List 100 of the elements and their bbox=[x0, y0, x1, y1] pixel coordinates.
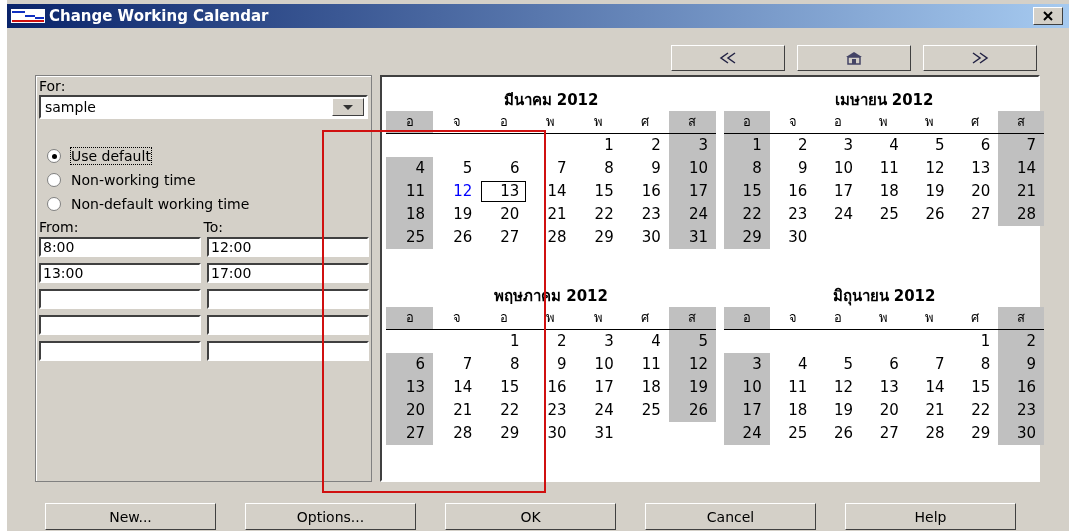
calendar-day[interactable]: 8 bbox=[480, 353, 528, 376]
calendar-day[interactable]: 23 bbox=[621, 203, 669, 226]
to-time-field[interactable] bbox=[207, 289, 369, 309]
calendar-day[interactable]: 4 bbox=[861, 134, 907, 157]
calendar-day[interactable]: 17 bbox=[574, 376, 622, 399]
calendar-day[interactable]: 26 bbox=[815, 422, 862, 445]
calendar-day[interactable]: 19 bbox=[815, 399, 862, 422]
calendar-day[interactable]: 8 bbox=[952, 353, 999, 376]
calendar-day[interactable]: 10 bbox=[815, 157, 862, 180]
calendar-day[interactable]: 27 bbox=[861, 422, 907, 445]
calendar-day[interactable]: 25 bbox=[861, 203, 907, 226]
calendar-day[interactable]: 30 bbox=[769, 226, 816, 249]
calendar-day[interactable]: 15 bbox=[480, 376, 528, 399]
calendar-day[interactable]: 29 bbox=[480, 422, 528, 445]
calendar-day[interactable]: 30 bbox=[621, 226, 669, 249]
calendar-day[interactable]: 5 bbox=[668, 330, 716, 353]
calendar-day[interactable]: 1 bbox=[724, 134, 770, 157]
dialog-button[interactable]: Cancel bbox=[645, 503, 816, 530]
from-time-field[interactable] bbox=[39, 315, 201, 335]
calendar-day[interactable]: 29 bbox=[574, 226, 622, 249]
from-time-field[interactable] bbox=[39, 341, 201, 361]
calendar-day[interactable]: 26 bbox=[906, 203, 953, 226]
calendar-day[interactable]: 2 bbox=[621, 134, 669, 157]
calendar-day[interactable]: 2 bbox=[769, 134, 816, 157]
from-time-field[interactable]: 13:00 bbox=[39, 263, 201, 283]
calendar-day[interactable]: 7 bbox=[906, 353, 953, 376]
from-time-field[interactable]: 8:00 bbox=[39, 237, 201, 257]
calendar-day[interactable]: 14 bbox=[998, 157, 1044, 180]
calendar-day[interactable]: 7 bbox=[998, 134, 1044, 157]
calendar-day[interactable]: 21 bbox=[998, 180, 1044, 203]
calendar-day[interactable]: 21 bbox=[906, 399, 953, 422]
calendar-day[interactable]: 29 bbox=[952, 422, 999, 445]
calendar-day[interactable]: 13 bbox=[861, 376, 907, 399]
calendar-day[interactable]: 28 bbox=[906, 422, 953, 445]
from-time-field[interactable] bbox=[39, 289, 201, 309]
calendar-day[interactable]: 2 bbox=[527, 330, 575, 353]
calendar-day[interactable]: 28 bbox=[433, 422, 481, 445]
calendar-day[interactable]: 16 bbox=[769, 180, 816, 203]
calendar-day[interactable]: 13 bbox=[952, 157, 999, 180]
calendar-day[interactable]: 4 bbox=[621, 330, 669, 353]
calendar-day[interactable]: 19 bbox=[433, 203, 481, 226]
calendar-dropdown[interactable]: sample bbox=[39, 95, 368, 119]
calendar-day[interactable]: 15 bbox=[952, 376, 999, 399]
calendar-day[interactable]: 24 bbox=[668, 203, 716, 226]
calendar-day[interactable]: 27 bbox=[386, 422, 434, 445]
calendar-day[interactable]: 22 bbox=[952, 399, 999, 422]
calendar-day[interactable]: 31 bbox=[574, 422, 622, 445]
calendar-day[interactable]: 9 bbox=[527, 353, 575, 376]
dialog-button[interactable]: Options... bbox=[245, 503, 416, 530]
radio-button[interactable] bbox=[47, 149, 61, 163]
calendar-day[interactable]: 26 bbox=[433, 226, 481, 249]
calendar-day[interactable]: 7 bbox=[433, 353, 481, 376]
calendar-day[interactable]: 11 bbox=[386, 180, 434, 203]
calendar-day[interactable]: 14 bbox=[433, 376, 481, 399]
calendar-day[interactable]: 10 bbox=[724, 376, 770, 399]
calendar-day[interactable]: 25 bbox=[769, 422, 816, 445]
calendar-day[interactable]: 6 bbox=[861, 353, 907, 376]
dropdown-button[interactable] bbox=[332, 98, 364, 116]
calendar-day[interactable]: 1 bbox=[574, 134, 622, 157]
calendar-day[interactable]: 24 bbox=[815, 203, 862, 226]
calendar-day[interactable]: 14 bbox=[906, 376, 953, 399]
calendar-day[interactable]: 15 bbox=[574, 180, 622, 203]
calendar-day[interactable]: 28 bbox=[998, 203, 1044, 226]
calendar-day[interactable]: 25 bbox=[386, 226, 434, 249]
calendar-day[interactable]: 21 bbox=[527, 203, 575, 226]
calendar-day[interactable]: 19 bbox=[906, 180, 953, 203]
calendar-day[interactable]: 1 bbox=[952, 330, 999, 353]
calendar-day[interactable]: 17 bbox=[724, 399, 770, 422]
calendar-day[interactable]: 5 bbox=[433, 157, 481, 180]
calendar-day[interactable]: 2 bbox=[998, 330, 1044, 353]
calendar-day[interactable]: 3 bbox=[724, 353, 770, 376]
calendar-day[interactable]: 8 bbox=[724, 157, 770, 180]
calendar-day[interactable]: 8 bbox=[574, 157, 622, 180]
calendar-day[interactable]: 9 bbox=[998, 353, 1044, 376]
calendar-day[interactable]: 17 bbox=[815, 180, 862, 203]
calendar-day[interactable]: 23 bbox=[527, 399, 575, 422]
radio-option[interactable]: Use default bbox=[47, 147, 368, 165]
calendar-day[interactable]: 30 bbox=[527, 422, 575, 445]
calendar-day[interactable]: 24 bbox=[574, 399, 622, 422]
radio-option[interactable]: Non-working time bbox=[47, 171, 368, 189]
dialog-button[interactable]: New... bbox=[45, 503, 216, 530]
calendar-day[interactable]: 6 bbox=[480, 157, 528, 180]
calendar-day[interactable]: 16 bbox=[527, 376, 575, 399]
calendar-day[interactable]: 9 bbox=[769, 157, 816, 180]
calendar-day[interactable]: 13 bbox=[386, 376, 434, 399]
calendar-day[interactable]: 6 bbox=[952, 134, 999, 157]
calendar-day[interactable]: 5 bbox=[906, 134, 953, 157]
calendar-day[interactable]: 16 bbox=[998, 376, 1044, 399]
calendar-day[interactable]: 13 bbox=[480, 180, 528, 203]
calendar-day[interactable]: 22 bbox=[480, 399, 528, 422]
calendar-day[interactable]: 22 bbox=[724, 203, 770, 226]
calendar-day[interactable]: 12 bbox=[433, 180, 481, 203]
calendar-day[interactable]: 21 bbox=[433, 399, 481, 422]
calendar-day[interactable]: 10 bbox=[668, 157, 716, 180]
calendar-day[interactable]: 22 bbox=[574, 203, 622, 226]
calendar-day[interactable]: 1 bbox=[480, 330, 528, 353]
calendar-day[interactable]: 16 bbox=[621, 180, 669, 203]
to-time-field[interactable]: 12:00 bbox=[207, 237, 369, 257]
calendar-day[interactable]: 19 bbox=[668, 376, 716, 399]
calendar-day[interactable]: 26 bbox=[668, 399, 716, 422]
